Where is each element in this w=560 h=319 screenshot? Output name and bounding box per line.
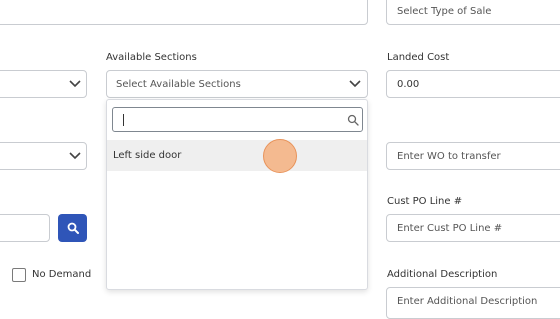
additional-description-input[interactable]: Enter Additional Description [386, 287, 560, 319]
landed-cost-label: Landed Cost [387, 52, 450, 63]
chevron-down-icon [69, 152, 83, 162]
cust-po-line-placeholder: Enter Cust PO Line # [397, 223, 503, 234]
search-icon [347, 114, 359, 129]
search-icon [67, 222, 79, 237]
landed-cost-input[interactable]: 0.00 [386, 70, 560, 98]
text-cursor [123, 114, 124, 126]
dropdown-option-label: Left side door [113, 150, 182, 161]
chevron-down-icon [69, 80, 83, 90]
left-select-row2[interactable] [0, 70, 87, 98]
type-of-sale-select[interactable]: Select Type of Sale [386, 0, 560, 25]
landed-cost-value: 0.00 [397, 79, 420, 90]
wo-transfer-input[interactable]: Enter WO to transfer [386, 142, 560, 170]
no-demand-checkbox[interactable] [12, 268, 26, 282]
left-select-row3[interactable] [0, 142, 87, 170]
no-demand-label: No Demand [32, 269, 92, 280]
available-sections-dropdown: Left side door [106, 99, 368, 290]
available-sections-select[interactable]: Select Available Sections [106, 70, 368, 98]
left-search-input[interactable] [0, 214, 50, 242]
additional-description-placeholder: Enter Additional Description [397, 296, 538, 307]
available-sections-placeholder: Select Available Sections [116, 79, 241, 90]
wo-transfer-placeholder: Enter WO to transfer [397, 151, 501, 162]
type-of-sale-placeholder: Select Type of Sale [397, 6, 492, 17]
chevron-down-icon [349, 80, 363, 90]
search-button[interactable] [58, 214, 87, 242]
cust-po-line-label: Cust PO Line # [387, 196, 463, 207]
cursor-highlight [263, 139, 297, 173]
dropdown-search-input[interactable] [112, 107, 363, 132]
top-input-partial[interactable] [0, 0, 368, 25]
available-sections-label: Available Sections [106, 52, 197, 63]
cust-po-line-input[interactable]: Enter Cust PO Line # [386, 214, 560, 242]
additional-description-label: Additional Description [387, 269, 498, 280]
dropdown-option[interactable]: Left side door [107, 140, 367, 171]
